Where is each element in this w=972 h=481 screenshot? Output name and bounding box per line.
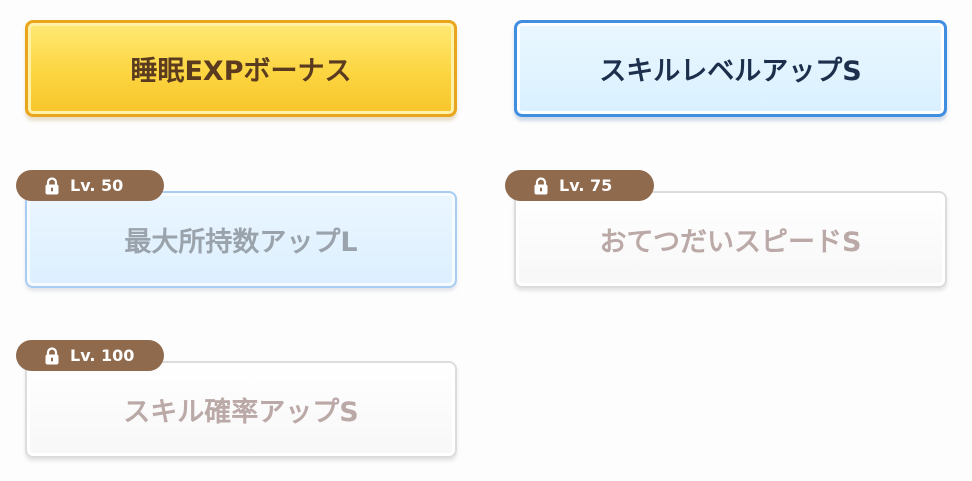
skill-slot-skill-level-up-s[interactable]: スキルレベルアップS xyxy=(514,20,947,117)
lock-icon xyxy=(44,176,60,195)
lock-level-badge: Lv. 100 xyxy=(16,340,164,371)
skill-slot-sleep-exp-bonus[interactable]: 睡眠EXPボーナス xyxy=(25,20,457,117)
skill-label: スキル確率アップS xyxy=(123,397,359,428)
lock-level-text: Lv. 100 xyxy=(70,346,135,365)
skill-label: おてつだいスピードS xyxy=(599,227,862,258)
lock-level-text: Lv. 75 xyxy=(559,176,613,195)
skill-slot-skill-trigger-up-s[interactable]: スキル確率アップS xyxy=(25,361,457,458)
skill-slot-max-capacity-up-l[interactable]: 最大所持数アップL xyxy=(25,191,457,288)
lock-icon xyxy=(533,176,549,195)
skill-label: 睡眠EXPボーナス xyxy=(130,56,352,87)
lock-level-badge: Lv. 75 xyxy=(505,170,654,201)
skill-label: スキルレベルアップS xyxy=(599,56,862,87)
lock-icon xyxy=(44,346,60,365)
lock-level-badge: Lv. 50 xyxy=(16,170,164,201)
skill-label: 最大所持数アップL xyxy=(124,227,358,258)
skill-slot-helping-speed-s[interactable]: おてつだいスピードS xyxy=(514,191,947,288)
lock-level-text: Lv. 50 xyxy=(70,176,124,195)
